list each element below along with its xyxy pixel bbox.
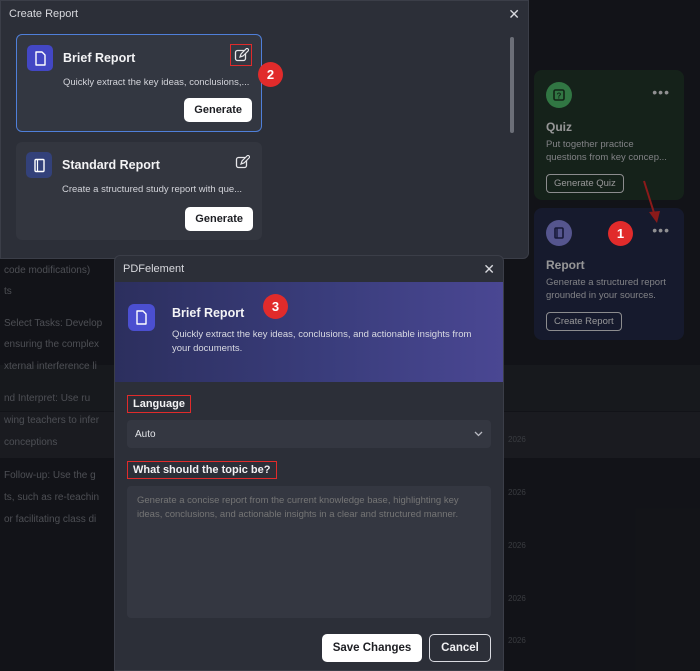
language-value: Auto <box>135 428 156 440</box>
bg-text: or facilitating class di <box>4 514 97 525</box>
bg-text: nd Interpret: Use ru <box>4 393 91 404</box>
hero-title: Brief Report <box>172 306 245 320</box>
language-label: Language <box>127 395 191 413</box>
bg-date: 2026 <box>508 594 526 603</box>
bg-text: ensuring the complex <box>4 339 100 350</box>
card-title: Standard Report <box>62 158 160 172</box>
document-icon <box>27 45 53 71</box>
bg-text: xternal interference li <box>4 361 97 372</box>
generate-button[interactable]: Generate <box>185 207 253 231</box>
topic-label: What should the topic be? <box>127 461 277 479</box>
generate-button[interactable]: Generate <box>184 98 252 122</box>
bg-text: Select Tasks: Develop <box>4 318 103 329</box>
book-icon <box>26 152 52 178</box>
report-desc: Generate a structured report grounded in… <box>546 277 672 302</box>
dialog-title: Create Report <box>9 8 79 20</box>
edit-icon[interactable] <box>231 151 253 173</box>
svg-text:?: ? <box>557 92 562 101</box>
bg-date: 2026 <box>508 435 526 444</box>
dialog-title: PDFelement <box>123 263 185 275</box>
step-marker-1: 1 <box>608 221 633 246</box>
bg-date: 2026 <box>508 541 526 550</box>
dialog-titlebar: PDFelement ✕ <box>115 256 503 282</box>
hero-desc: Quickly extract the key ideas, conclusio… <box>172 329 472 354</box>
topic-textarea[interactable] <box>127 486 491 618</box>
bg-date: 2026 <box>508 636 526 645</box>
close-icon[interactable]: ✕ <box>508 6 520 23</box>
quiz-desc-line: questions from key concep... <box>546 151 667 163</box>
card-desc: Quickly extract the key ideas, conclusio… <box>63 77 250 88</box>
brief-report-card[interactable]: Brief Report Quickly extract the key ide… <box>16 34 262 132</box>
card-header: Standard Report <box>26 152 252 178</box>
step-marker-3: 3 <box>263 294 288 319</box>
quiz-menu-icon[interactable]: ••• <box>652 84 670 100</box>
bg-text: wing teachers to infer <box>4 415 100 426</box>
report-title: Report <box>546 258 585 272</box>
dialog-titlebar: Create Report ✕ <box>1 1 528 27</box>
arrow-icon <box>643 180 660 223</box>
card-desc: Create a structured study report with qu… <box>62 184 243 195</box>
quiz-desc: Put together practice questions from key… <box>546 139 672 164</box>
hero-banner: Brief Report Quickly extract the key ide… <box>115 282 503 382</box>
bg-text: ts <box>4 286 12 297</box>
bg-text: Follow-up: Use the g <box>4 470 96 481</box>
cancel-button[interactable]: Cancel <box>429 634 491 662</box>
card-title: Brief Report <box>63 51 136 65</box>
report-desc-line: grounded in your sources. <box>546 289 656 301</box>
quiz-title: Quiz <box>546 120 572 134</box>
close-icon[interactable]: ✕ <box>483 261 495 278</box>
bg-date: 2026 <box>508 488 526 497</box>
standard-report-card[interactable]: Standard Report Create a structured stud… <box>16 142 262 240</box>
bg-text: conceptions <box>4 437 58 448</box>
language-select[interactable]: Auto <box>127 420 491 448</box>
edit-icon[interactable] <box>230 44 252 66</box>
document-icon <box>128 304 155 331</box>
bg-text: ts, such as re-teachin <box>4 492 100 503</box>
scrollbar[interactable] <box>510 37 514 133</box>
quiz-desc-line: Put together practice <box>546 139 634 150</box>
bg-text: code modifications) <box>4 265 91 276</box>
report-desc-line: Generate a structured report <box>546 277 666 288</box>
pdfelement-dialog: PDFelement ✕ Brief Report Quickly extrac… <box>114 255 504 671</box>
step-marker-2: 2 <box>258 62 283 87</box>
create-report-button[interactable]: Create Report <box>546 312 622 331</box>
generate-quiz-button[interactable]: Generate Quiz <box>546 174 624 193</box>
quiz-icon: ? <box>546 82 572 108</box>
card-header: Brief Report <box>27 45 251 71</box>
report-icon <box>546 220 572 246</box>
save-changes-button[interactable]: Save Changes <box>322 634 422 662</box>
chevron-down-icon <box>474 429 483 440</box>
create-report-dialog: Create Report ✕ Brief Report Quickly ext… <box>0 0 529 259</box>
